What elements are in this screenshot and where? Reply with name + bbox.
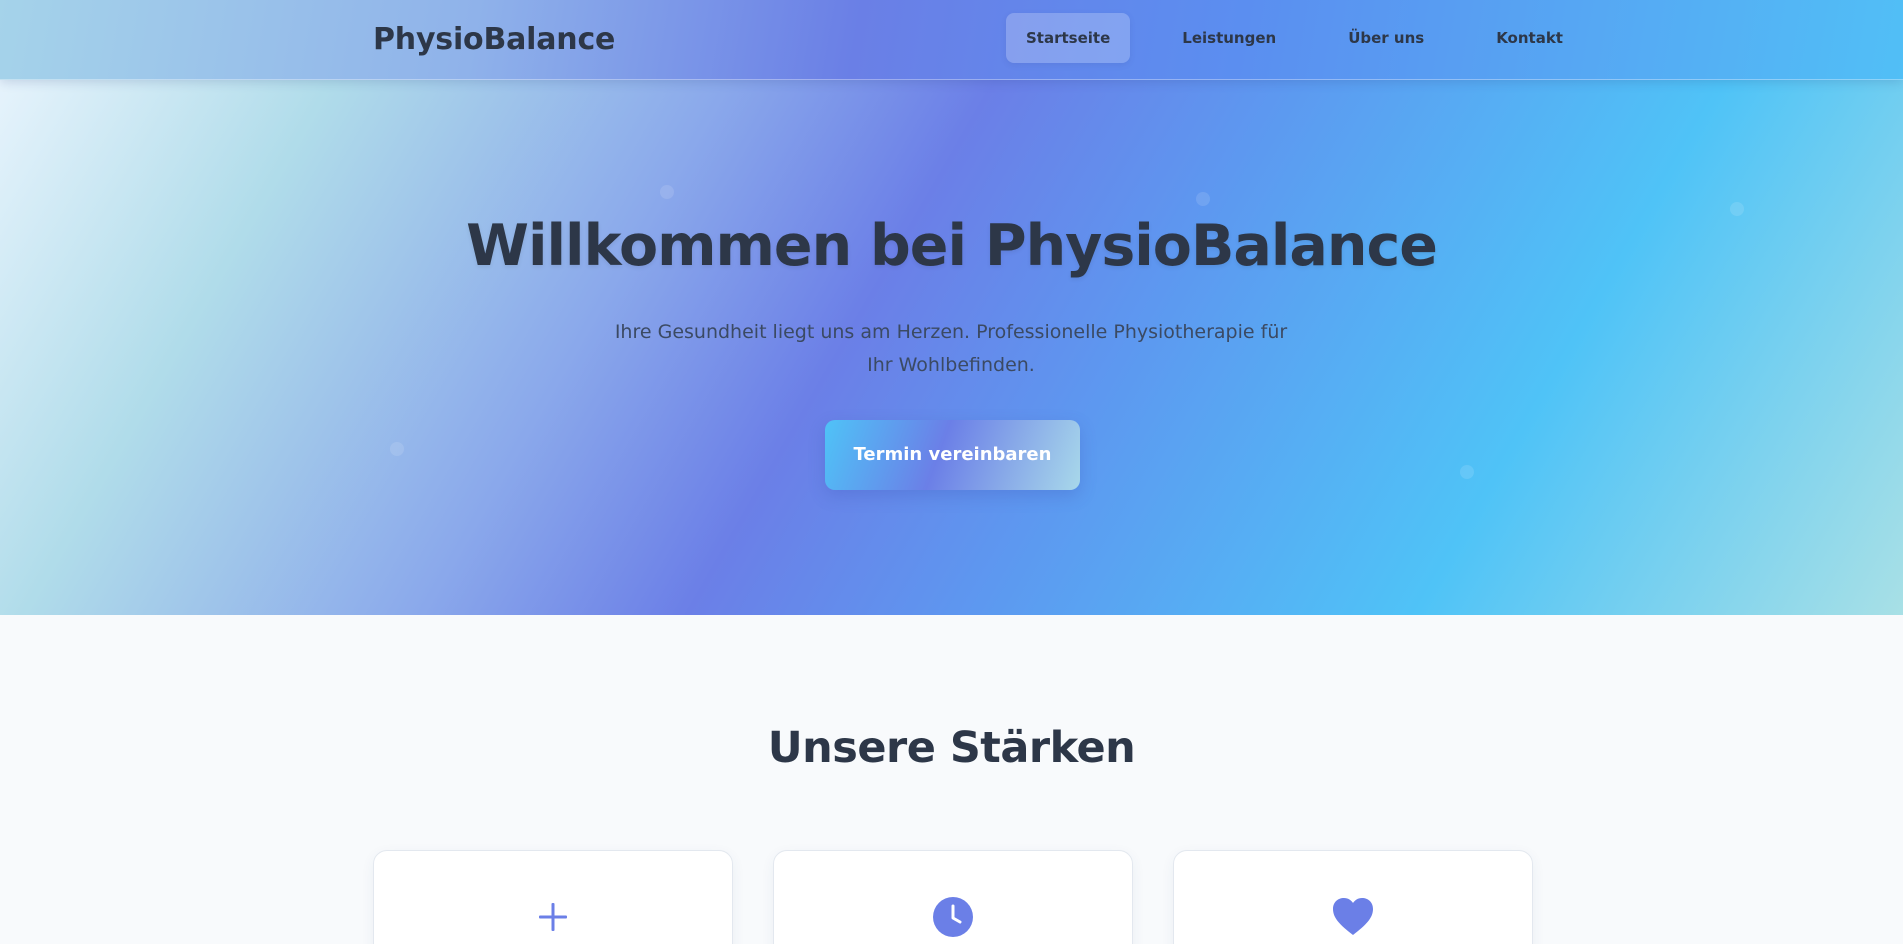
hero-subtitle: Ihre Gesundheit liegt uns am Herzen. Pro…: [614, 321, 1288, 376]
nav-link-kontakt[interactable]: Kontakt: [1476, 13, 1583, 63]
clock-icon: [931, 895, 975, 939]
nav-link-ueber-uns[interactable]: Über uns: [1328, 13, 1444, 63]
nav-link-startseite[interactable]: Startseite: [1006, 13, 1131, 63]
hero-title: Willkommen bei PhysioBalance: [466, 213, 1438, 279]
strength-card-3: [1173, 850, 1533, 944]
site-header: PhysioBalance Startseite Leistungen Über…: [0, 0, 1903, 80]
site-logo[interactable]: PhysioBalance: [373, 22, 615, 57]
plus-icon: [531, 895, 575, 939]
decorative-dot: [1460, 465, 1474, 479]
decorative-dot: [660, 185, 674, 199]
strength-card-2: [773, 850, 1133, 944]
main-nav: Startseite Leistungen Über uns Kontakt: [1006, 13, 1583, 63]
page: PhysioBalance Startseite Leistungen Über…: [0, 0, 1903, 944]
book-appointment-button[interactable]: Termin vereinbaren: [825, 420, 1080, 490]
decorative-dot: [1196, 192, 1210, 206]
heart-icon: [1331, 895, 1375, 939]
strength-card-1: [373, 850, 733, 944]
nav-link-leistungen[interactable]: Leistungen: [1162, 13, 1296, 63]
decorative-dot: [390, 442, 404, 456]
hero-section: Willkommen bei PhysioBalance Ihre Gesund…: [0, 80, 1903, 615]
strengths-title: Unsere Stärken: [767, 723, 1136, 773]
